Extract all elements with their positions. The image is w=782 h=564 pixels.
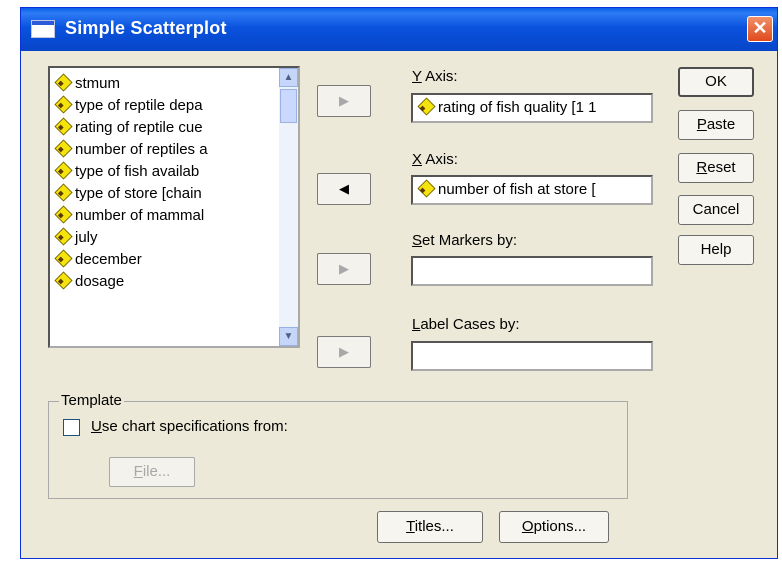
scatterplot-dialog: Simple Scatterplot ✕ stmum type of repti…	[20, 7, 778, 559]
x-axis-field[interactable]: number of fish at store [	[411, 175, 653, 205]
window-title: Simple Scatterplot	[65, 18, 227, 38]
scroll-down-icon[interactable]: ▼	[279, 327, 298, 346]
label-cases-label: Label Cases by:	[412, 316, 520, 333]
label-cases-field[interactable]	[411, 341, 653, 371]
move-to-label-cases-button[interactable]: ▶	[317, 336, 371, 368]
scroll-up-icon[interactable]: ▲	[279, 68, 298, 87]
template-legend: Template	[59, 392, 124, 409]
move-to-y-axis-button[interactable]: ▶	[317, 85, 371, 117]
list-item[interactable]: stmum	[54, 73, 120, 95]
list-item[interactable]: type of store [chain	[54, 183, 202, 205]
titles-button[interactable]: Titles...	[377, 511, 483, 543]
options-button[interactable]: Options...	[499, 511, 609, 543]
scale-variable-icon	[54, 139, 73, 158]
scale-variable-icon	[54, 161, 73, 180]
variable-list-scrollbar[interactable]: ▲ ▼	[279, 68, 298, 346]
ok-button[interactable]: OK	[678, 67, 754, 97]
scale-variable-icon	[54, 205, 73, 224]
list-item[interactable]: december	[54, 249, 142, 271]
scale-variable-icon	[417, 97, 436, 116]
window-icon	[31, 20, 55, 38]
scale-variable-icon	[54, 117, 73, 136]
move-from-x-axis-button[interactable]: ◀	[317, 173, 371, 205]
variable-list[interactable]: stmum type of reptile depa rating of rep…	[48, 66, 300, 348]
y-axis-label: Y Axis:	[412, 68, 458, 85]
template-group: Template Use chart specifications from: …	[48, 392, 628, 499]
scroll-thumb[interactable]	[280, 89, 297, 123]
scale-variable-icon	[417, 179, 436, 198]
reset-button[interactable]: Reset	[678, 153, 754, 183]
list-item[interactable]: number of mammal	[54, 205, 204, 227]
list-item[interactable]: type of reptile depa	[54, 95, 203, 117]
use-chart-spec-label[interactable]: Use chart specifications from:	[91, 418, 288, 435]
y-axis-field[interactable]: rating of fish quality [1 1	[411, 93, 653, 123]
set-markers-field[interactable]	[411, 256, 653, 286]
move-to-markers-button[interactable]: ▶	[317, 253, 371, 285]
file-button[interactable]: File...	[109, 457, 195, 487]
title-bar[interactable]: Simple Scatterplot ✕	[21, 8, 777, 51]
help-button[interactable]: Help	[678, 235, 754, 265]
list-item[interactable]: rating of reptile cue	[54, 117, 203, 139]
set-markers-label: Set Markers by:	[412, 232, 518, 249]
scale-variable-icon	[54, 73, 73, 92]
scale-variable-icon	[54, 271, 73, 290]
use-chart-spec-checkbox[interactable]	[63, 419, 80, 436]
list-item[interactable]: july	[54, 227, 98, 249]
scale-variable-icon	[54, 95, 73, 114]
cancel-button[interactable]: Cancel	[678, 195, 754, 225]
x-axis-label: X Axis:	[412, 151, 458, 168]
list-item[interactable]: type of fish availab	[54, 161, 199, 183]
scale-variable-icon	[54, 227, 73, 246]
scale-variable-icon	[54, 249, 73, 268]
list-item[interactable]: dosage	[54, 271, 124, 293]
paste-button[interactable]: Paste	[678, 110, 754, 140]
close-button[interactable]: ✕	[747, 16, 773, 42]
scale-variable-icon	[54, 183, 73, 202]
list-item[interactable]: number of reptiles a	[54, 139, 208, 161]
